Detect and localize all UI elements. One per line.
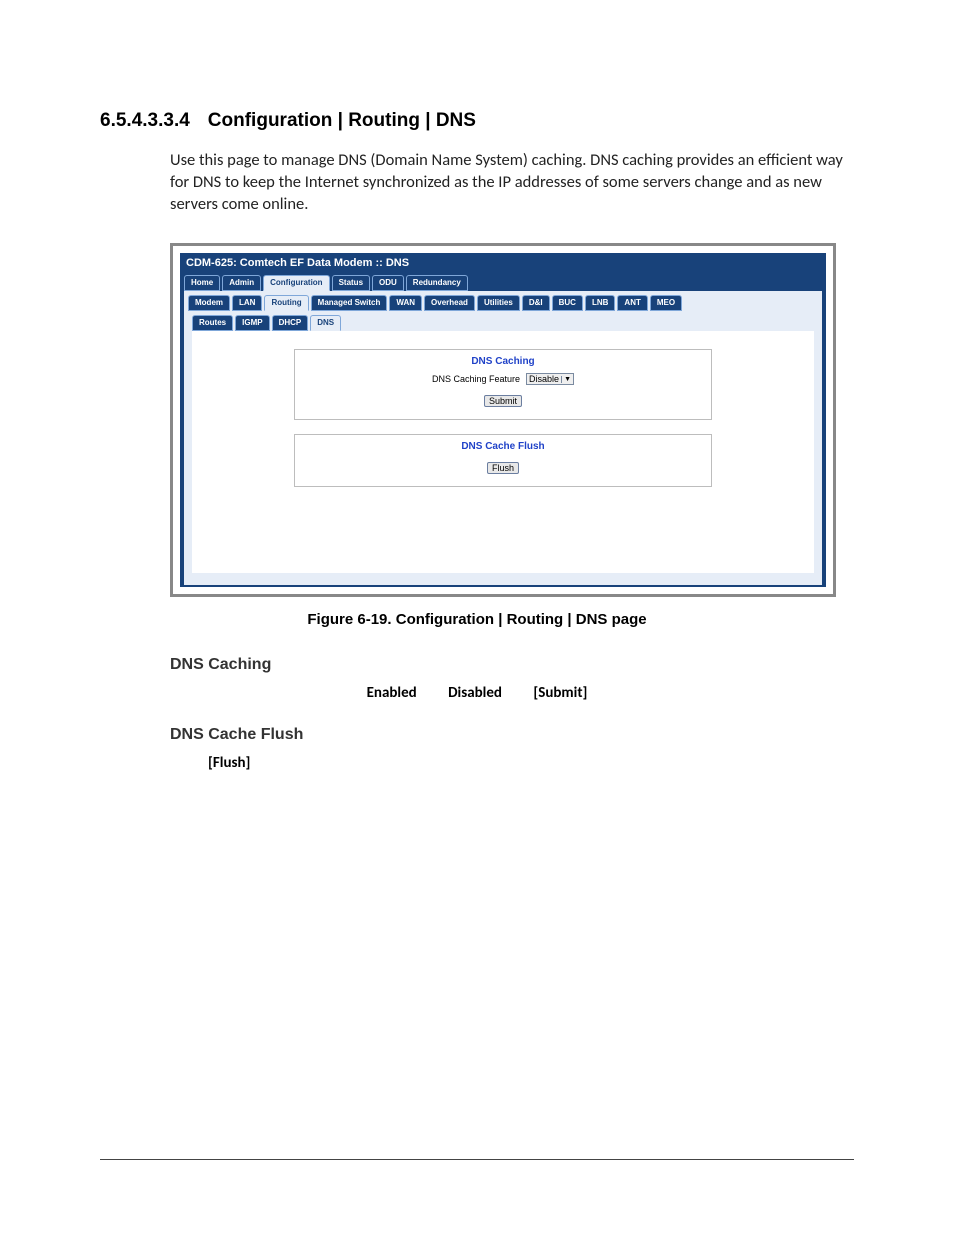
tab-admin[interactable]: Admin — [222, 275, 261, 291]
content-area: DNS Caching DNS Caching Feature Disable … — [192, 331, 814, 573]
field-label: DNS Caching Feature — [432, 374, 520, 384]
footer-divider — [100, 1159, 854, 1160]
tab-utilities[interactable]: Utilities — [477, 295, 520, 311]
tab-row-1: HomeAdminConfigurationStatusODURedundanc… — [184, 273, 822, 291]
chevron-down-icon: ▼ — [561, 376, 571, 383]
intro-paragraph: Use this page to manage DNS (Domain Name… — [170, 149, 854, 216]
options-line: Enabled Disabled [Submit] — [100, 684, 854, 702]
tab-row-3: RoutesIGMPDHCPDNS — [192, 313, 814, 331]
tab-home[interactable]: Home — [184, 275, 220, 291]
dns-caching-select[interactable]: Disable ▼ — [526, 373, 574, 385]
tab-d-i[interactable]: D&I — [522, 295, 550, 311]
tab-dns[interactable]: DNS — [310, 315, 341, 331]
screenshot-figure: CDM-625: Comtech EF Data Modem :: DNS Ho… — [170, 243, 836, 597]
tab-status[interactable]: Status — [332, 275, 370, 291]
section-title: Configuration | Routing | DNS — [208, 110, 476, 131]
tab-lnb[interactable]: LNB — [585, 295, 615, 311]
tab-modem[interactable]: Modem — [188, 295, 230, 311]
tab-routing[interactable]: Routing — [264, 295, 308, 311]
tab-buc[interactable]: BUC — [552, 295, 583, 311]
submit-button[interactable]: Submit — [484, 395, 522, 407]
select-value: Disable — [529, 374, 559, 384]
subheading-dns-cache-flush: DNS Cache Flush — [170, 726, 854, 744]
section-number: 6.5.4.3.3.4 — [100, 110, 190, 132]
tab-configuration[interactable]: Configuration — [263, 275, 329, 291]
option-enabled: Enabled — [367, 684, 417, 702]
dns-caching-panel: DNS Caching DNS Caching Feature Disable … — [294, 349, 712, 420]
tab-dhcp[interactable]: DHCP — [272, 315, 309, 331]
panel-legend: DNS Caching — [303, 356, 703, 367]
tab-overhead[interactable]: Overhead — [424, 295, 475, 311]
tab-lan[interactable]: LAN — [232, 295, 262, 311]
flush-button[interactable]: Flush — [487, 462, 519, 474]
document-page: 6.5.4.3.3.4 Configuration | Routing | DNS… — [0, 0, 954, 1235]
tabs-area: HomeAdminConfigurationStatusODURedundanc… — [180, 273, 826, 587]
tab-igmp[interactable]: IGMP — [235, 315, 269, 331]
dns-cache-flush-panel: DNS Cache Flush Flush — [294, 434, 712, 487]
section-heading: 6.5.4.3.3.4 Configuration | Routing | DNS — [100, 110, 854, 132]
flush-text: [Flush] — [208, 754, 854, 772]
tab-routes[interactable]: Routes — [192, 315, 233, 331]
tab-odu[interactable]: ODU — [372, 275, 404, 291]
tab-redundancy[interactable]: Redundancy — [406, 275, 468, 291]
window-titlebar: CDM-625: Comtech EF Data Modem :: DNS — [180, 253, 826, 273]
panel-legend: DNS Cache Flush — [303, 441, 703, 452]
option-disabled: Disabled — [448, 684, 502, 702]
figure-caption: Figure 6-19. Configuration | Routing | D… — [100, 611, 854, 628]
tab-meo[interactable]: MEO — [650, 295, 682, 311]
option-submit: [Submit] — [533, 684, 587, 702]
tab-ant[interactable]: ANT — [617, 295, 647, 311]
subheading-dns-caching: DNS Caching — [170, 656, 854, 674]
tab-wan[interactable]: WAN — [389, 295, 422, 311]
tab-managed-switch[interactable]: Managed Switch — [311, 295, 388, 311]
tab-row-2: ModemLANRoutingManaged SwitchWANOverhead… — [188, 293, 818, 311]
